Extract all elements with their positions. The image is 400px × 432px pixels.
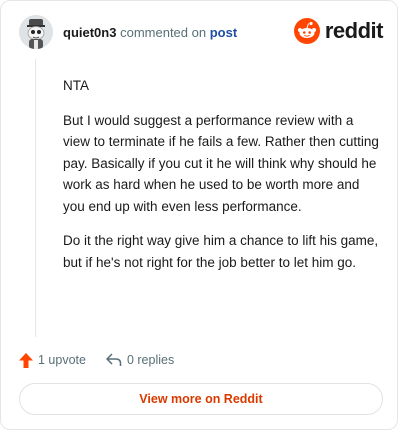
comment-embed-card: quiet0n3 commented on post reddit NTA Bu… xyxy=(0,0,398,430)
comment-paragraph: Do it the right way give him a chance to… xyxy=(63,233,379,270)
post-link[interactable]: post xyxy=(210,25,237,40)
upvote-count: 1 upvote xyxy=(38,353,86,367)
reply-icon xyxy=(106,353,122,366)
snoo-avatar-icon xyxy=(19,15,53,49)
comment-header: quiet0n3 commented on post reddit xyxy=(19,15,384,51)
comment-paragraph: But I would suggest a performance review… xyxy=(63,112,379,214)
comment-meta: quiet0n3 commented on post xyxy=(63,25,237,41)
comment-paragraph: NTA xyxy=(63,78,89,93)
avatar[interactable] xyxy=(19,15,53,49)
replies-button[interactable]: 0 replies xyxy=(106,353,174,367)
upvote-arrow-icon xyxy=(19,352,33,368)
username-link[interactable]: quiet0n3 xyxy=(63,25,116,40)
reddit-snoo-icon xyxy=(293,18,320,44)
comment-actions: 1 upvote 0 replies xyxy=(19,349,174,371)
replies-count: 0 replies xyxy=(126,353,175,367)
reddit-logo-text: reddit xyxy=(324,18,384,43)
thread-line xyxy=(35,59,36,337)
upvote-button[interactable]: 1 upvote xyxy=(19,352,86,368)
view-more-button[interactable]: View more on Reddit xyxy=(19,383,383,415)
reddit-logo[interactable]: reddit xyxy=(293,17,384,45)
action-text: commented on xyxy=(120,25,207,40)
comment-body: NTA But I would suggest a performance re… xyxy=(63,75,381,286)
